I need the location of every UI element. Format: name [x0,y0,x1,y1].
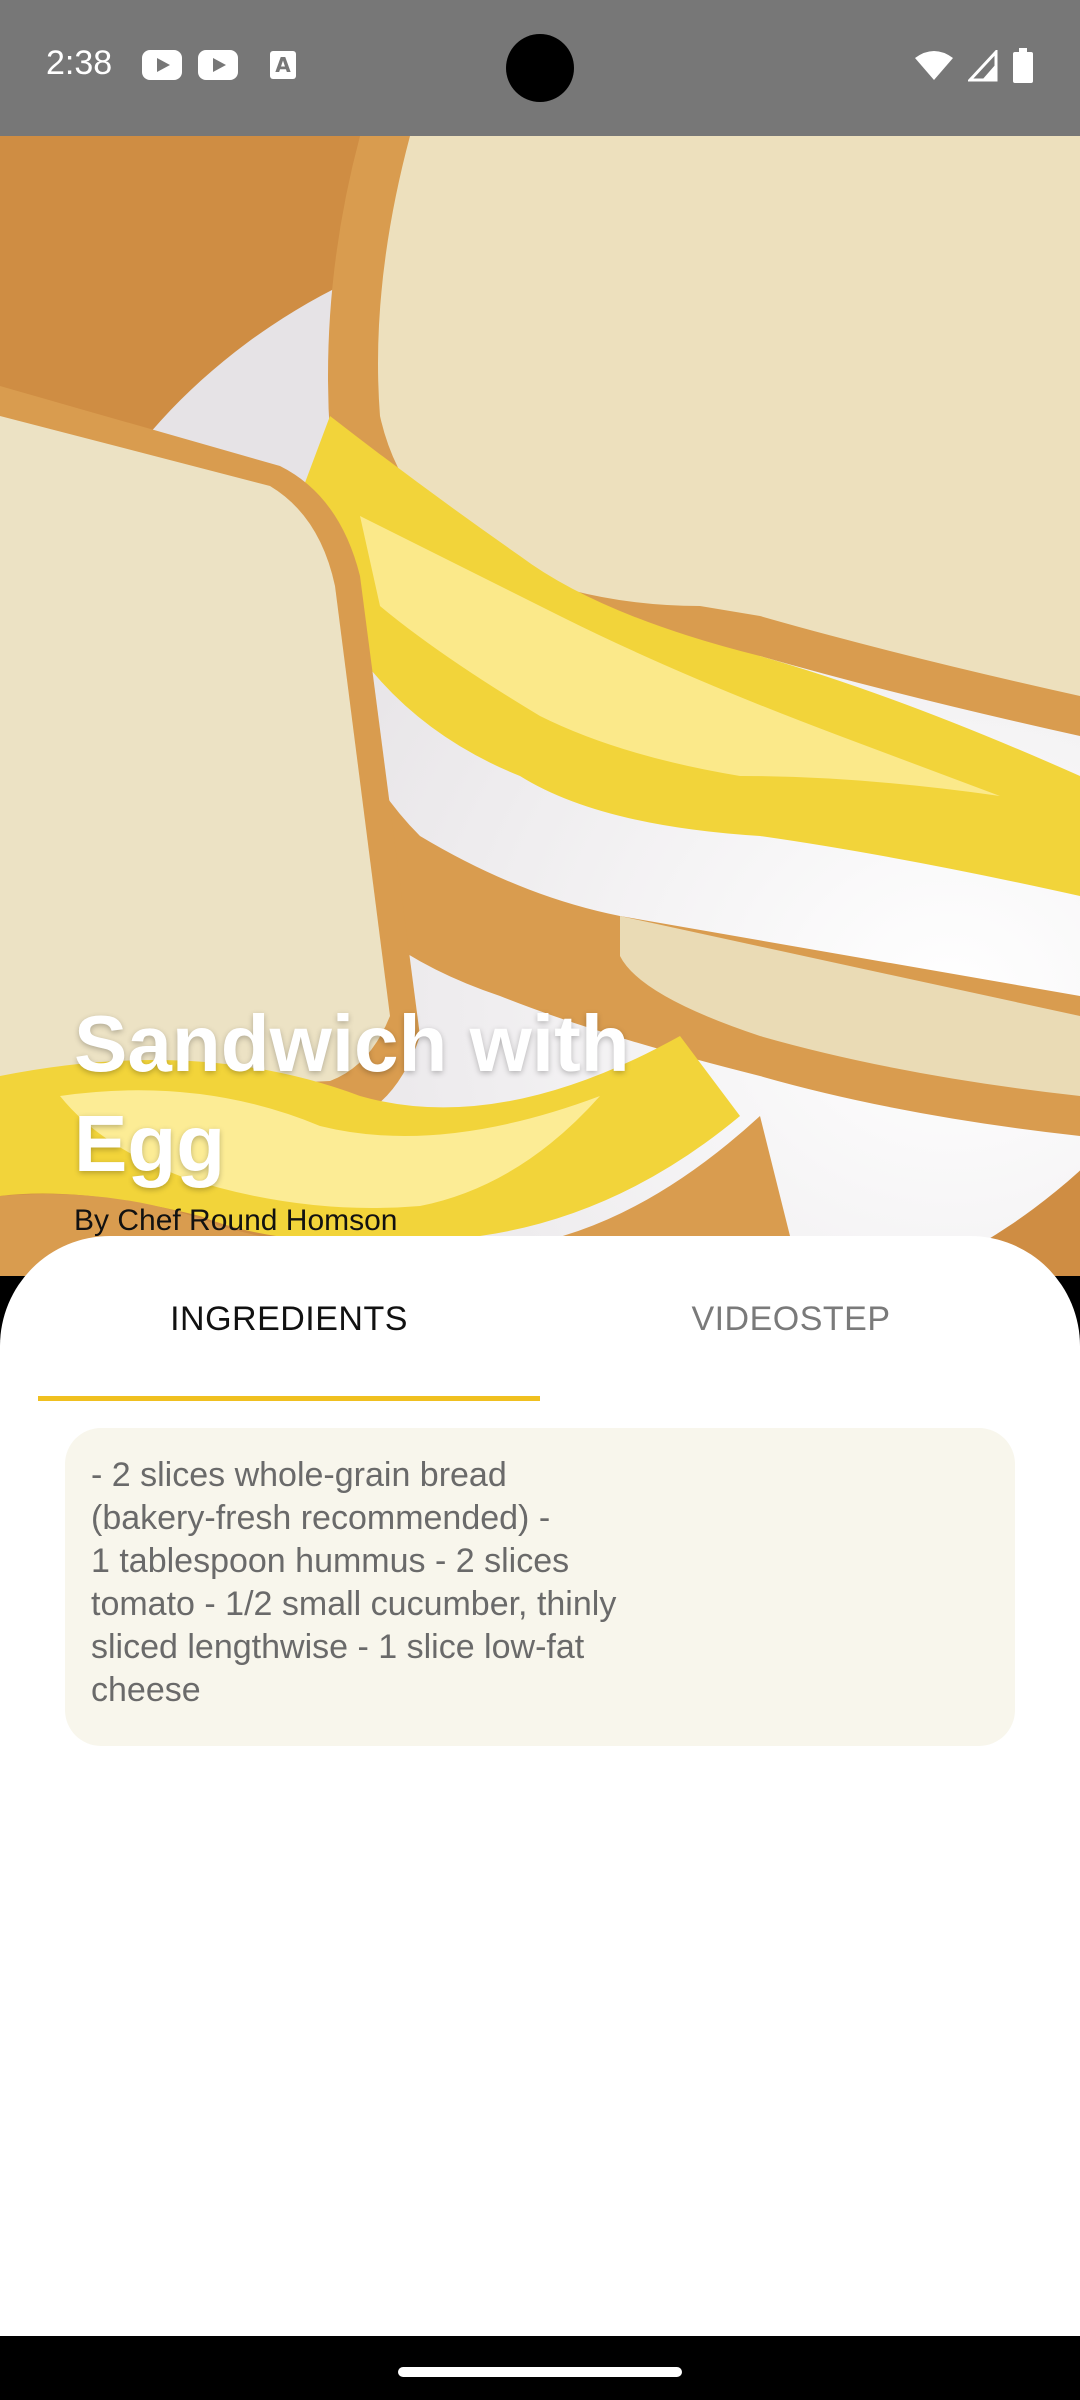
signal-icon [968,50,998,82]
system-icons [914,48,1034,84]
recipe-details-sheet: INGREDIENTS VIDEOSTEP - 2 slices whole-g… [0,1236,1080,2336]
recipe-title: Sandwich with Egg [74,999,630,1188]
battery-icon [1013,48,1033,83]
tab-selected-indicator [38,1396,540,1401]
front-camera-cutout [506,34,574,102]
recipe-hero-image: Sandwich with Egg By Chef Round Homson [0,136,1080,1276]
status-time: 2:38 [46,44,113,82]
status-bar: 2:38 A [0,0,1080,136]
tab-ingredients[interactable]: INGREDIENTS [38,1236,540,1402]
home-gesture-handle[interactable] [398,2367,682,2377]
youtube-icon [142,50,182,80]
tab-videostep[interactable]: VIDEOSTEP [540,1236,1042,1402]
ingredients-card: - 2 slices whole-grain bread (bakery-fre… [65,1428,1015,1746]
text-a-icon: A [270,51,296,79]
wifi-icon [915,51,953,80]
youtube-icon [198,50,238,80]
ingredients-text: - 2 slices whole-grain bread (bakery-fre… [91,1456,617,1709]
recipe-author: By Chef Round Homson [74,1204,398,1237]
notification-icons: A [142,50,296,80]
tab-bar: INGREDIENTS VIDEOSTEP [38,1236,1042,1402]
